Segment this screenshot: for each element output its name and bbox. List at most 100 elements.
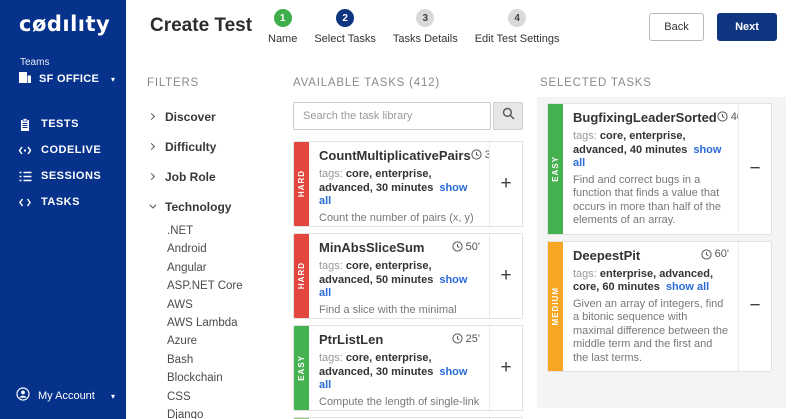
search-icon [502, 107, 515, 125]
task-tags: tags: core, enterprise, advanced, 30 min… [319, 352, 480, 393]
wizard-step[interactable]: 2 Select Tasks [314, 9, 376, 45]
chevron-right-icon [148, 143, 155, 150]
sidebar-item-label: CODELIVE [41, 144, 101, 156]
search-input[interactable] [293, 102, 491, 130]
user-icon [16, 387, 30, 406]
available-tasks-panel: AVAILABLE TASKS (412) HARD CountMultipli… [293, 77, 523, 419]
difficulty-stripe: HARD [294, 234, 309, 318]
sidebar-item-label: TASKS [41, 196, 80, 208]
difficulty-label: HARD [297, 262, 306, 289]
remove-task-button[interactable]: − [738, 104, 771, 234]
back-button[interactable]: Back [649, 13, 704, 41]
sidebar-item-label: TESTS [41, 118, 79, 130]
filters-panel: FILTERS Discover Difficulty Job Role Tec… [147, 77, 285, 419]
task-search [293, 102, 523, 130]
chevron-right-icon [148, 113, 155, 120]
filter-group-label: Difficulty [165, 140, 216, 154]
technology-filter-item[interactable]: AWS [167, 296, 285, 314]
technology-filter-item[interactable]: AWS Lambda [167, 314, 285, 332]
remove-task-button[interactable]: − [738, 242, 771, 372]
filter-group-label: Job Role [165, 170, 216, 184]
filter-group[interactable]: Job Role [147, 170, 285, 183]
sidebar: cødılıty Teams SF OFFICE ▾ TESTS CODELIV… [0, 0, 126, 419]
add-task-button[interactable]: + [489, 234, 522, 318]
task-tags: tags: core, enterprise, advanced, 30 min… [319, 168, 480, 209]
clock-icon [452, 241, 463, 252]
tags-label: tags: [573, 268, 597, 280]
page-title: Create Test [150, 15, 252, 37]
filter-group[interactable]: Difficulty [147, 140, 285, 153]
filter-group[interactable]: Discover [147, 110, 285, 123]
code-brackets-icon [17, 197, 33, 208]
difficulty-stripe: EASY [294, 326, 309, 410]
difficulty-label: EASY [297, 355, 306, 381]
task-card-content: MinAbsSliceSum 50' tags: core, enterpris… [309, 234, 489, 318]
sidebar-item-tests[interactable]: TESTS [0, 111, 126, 137]
codelive-brackets-icon [17, 145, 33, 156]
technology-filter-item[interactable]: Azure [167, 332, 285, 350]
add-task-button[interactable]: + [489, 326, 522, 410]
technology-filter-item[interactable]: .NET [167, 222, 285, 240]
task-name: DeepestPit [573, 248, 640, 263]
filter-group-label: Discover [165, 110, 216, 124]
technology-filter-item[interactable]: Django [167, 406, 285, 419]
clock-icon [452, 333, 463, 344]
task-card: EASY BugfixingLeaderSorted 40' tags: cor… [547, 103, 772, 235]
sidebar-nav: TESTS CODELIVE SESSIONS TASKS [0, 111, 126, 215]
tags-label: tags: [319, 260, 343, 272]
task-tags: tags: core, enterprise, advanced, 50 min… [319, 260, 480, 301]
task-card: HARD CountMultiplicativePairs 30' tags: … [293, 141, 523, 227]
task-tags: tags: core, enterprise, advanced, 40 min… [573, 130, 729, 171]
technology-filter-item[interactable]: Bash [167, 351, 285, 369]
step-number-badge: 2 [336, 9, 354, 27]
filter-group[interactable]: Technology [147, 200, 285, 213]
next-button[interactable]: Next [717, 13, 777, 41]
filters-title: FILTERS [147, 77, 285, 89]
teams-label: Teams [20, 57, 49, 68]
sidebar-item-tasks[interactable]: TASKS [0, 189, 126, 215]
difficulty-label: HARD [297, 170, 306, 197]
selected-tasks-title: SELECTED TASKS [540, 77, 652, 89]
wizard-step[interactable]: 4 Edit Test Settings [475, 9, 560, 45]
step-label: Name [268, 33, 297, 45]
task-card-content: PtrListLen 25' tags: core, enterprise, a… [309, 326, 489, 410]
show-all-link[interactable]: show all [666, 281, 709, 293]
team-name: SF OFFICE [39, 73, 99, 85]
technology-filter-item[interactable]: CSS [167, 388, 285, 406]
sidebar-item-sessions[interactable]: SESSIONS [0, 163, 126, 189]
task-description: Find a slice with the minimal absolute t… [319, 304, 480, 319]
task-duration: 50' [452, 241, 480, 253]
wizard-step[interactable]: 3 Tasks Details [393, 9, 458, 45]
step-label: Edit Test Settings [475, 33, 560, 45]
clock-icon [717, 111, 728, 122]
add-task-button[interactable]: + [489, 142, 522, 226]
sidebar-item-codelive[interactable]: CODELIVE [0, 137, 126, 163]
task-card: MEDIUM DeepestPit 60' tags: enterprise, … [547, 241, 772, 373]
wizard-step[interactable]: 1 Name [268, 9, 297, 45]
technology-filter-item[interactable]: Android [167, 240, 285, 258]
chevron-down-icon: ▾ [111, 75, 115, 84]
task-card-content: CountMultiplicativePairs 30' tags: core,… [309, 142, 489, 226]
difficulty-label: MEDIUM [551, 287, 560, 325]
sessions-list-icon [17, 171, 33, 182]
technology-filter-item[interactable]: Blockchain [167, 369, 285, 387]
tags-label: tags: [319, 168, 343, 180]
technology-filter-item[interactable]: Angular [167, 259, 285, 277]
sidebar-item-label: SESSIONS [41, 170, 101, 182]
my-account-label: My Account [38, 390, 95, 402]
search-button[interactable] [493, 102, 523, 130]
task-name: CountMultiplicativePairs [319, 148, 471, 163]
task-tags: tags: enterprise, advanced, core, 60 min… [573, 268, 729, 295]
difficulty-stripe: HARD [294, 142, 309, 226]
technology-filter-item[interactable]: ASP.NET Core [167, 277, 285, 295]
technology-filter-list: .NET Android Angular ASP.NET Core AWS AW… [167, 222, 285, 419]
my-account-menu[interactable]: My Account ▾ [0, 385, 126, 407]
task-description: Compute the length of single-link list w… [319, 396, 480, 411]
task-duration: 25' [452, 333, 480, 345]
wizard-stepper: 1 Name 2 Select Tasks 3 Tasks Details 4 … [268, 9, 560, 45]
task-description: Count the number of pairs (x, y) such th… [319, 212, 480, 227]
team-selector[interactable]: SF OFFICE ▾ [0, 68, 126, 90]
task-name: MinAbsSliceSum [319, 240, 424, 255]
codility-logo[interactable]: cødılıty [19, 12, 110, 36]
tags-label: tags: [319, 352, 343, 364]
